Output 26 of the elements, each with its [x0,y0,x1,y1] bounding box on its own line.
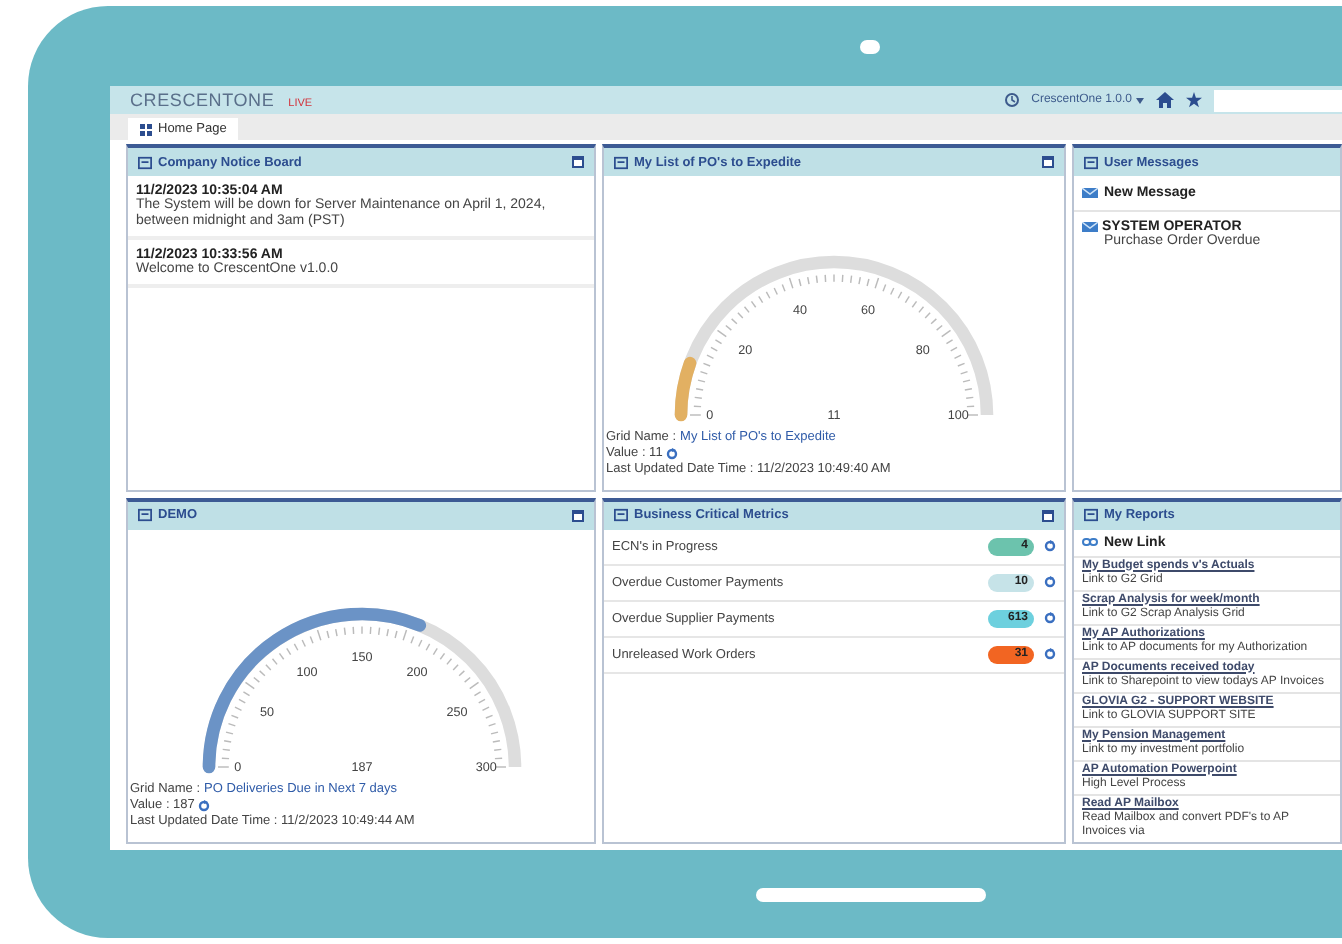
panel-icon [1084,155,1098,169]
caret-icon [1136,97,1144,103]
minimize-icon[interactable] [1042,156,1054,168]
history-icon[interactable] [1003,92,1020,108]
envelope-icon [1082,222,1098,232]
refresh-icon[interactable] [1044,612,1056,624]
minimize-icon[interactable] [572,156,584,168]
refresh-icon[interactable] [1044,648,1056,660]
logo: CRESCENTONE [130,90,275,110]
panel-icon [138,508,152,522]
panel-icon [614,508,628,522]
home-icon[interactable] [1156,92,1174,108]
search-field[interactable] [1214,89,1342,111]
link-icon [1082,538,1098,546]
star-icon[interactable] [1186,92,1202,108]
panel-icon [614,155,628,169]
refresh-icon[interactable] [1044,576,1056,588]
envelope-icon [1082,188,1098,198]
minimize-icon[interactable] [1042,509,1054,521]
grid-icon [140,123,152,135]
refresh-icon[interactable] [666,447,679,459]
panel-icon [1084,508,1098,522]
refresh-icon[interactable] [1044,540,1056,552]
refresh-icon[interactable] [198,800,211,812]
panel-icon [138,155,152,169]
minimize-icon[interactable] [572,509,584,521]
